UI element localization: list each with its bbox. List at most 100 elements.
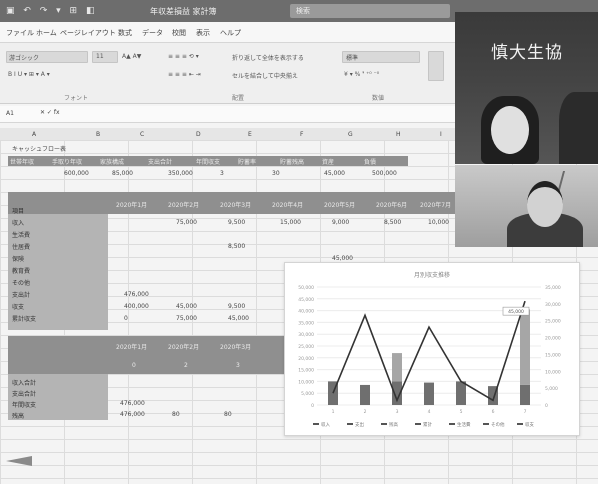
y-tick-label: 25,000 (298, 344, 314, 350)
y2-tick-label: 25,000 (545, 319, 561, 325)
lower-value-cell[interactable]: 80 (172, 411, 180, 418)
date-header-cell: 2020年1月 (116, 202, 148, 209)
date-header-cell: 2020年3月 (220, 202, 252, 209)
participant-avatar-1 (491, 106, 529, 154)
row-value-cell[interactable]: 75,000 (176, 219, 197, 226)
column-h[interactable]: H (396, 131, 401, 138)
y-tick-label: 0 (311, 403, 314, 409)
y-tick-label: 45,000 (298, 297, 314, 303)
align-top-icon[interactable]: ≡ ≡ ≡ ⟲ ▾ (168, 53, 199, 60)
summary-value-cell[interactable]: 3 (220, 170, 224, 177)
summary-header-cell: 世帯年収 (10, 159, 35, 166)
column-a[interactable]: A (32, 131, 36, 138)
sheet-note: キャッシュフロー表 (12, 146, 67, 153)
column-e[interactable]: E (248, 131, 252, 138)
summary-value-cell[interactable]: 350,000 (168, 170, 193, 177)
menu-help[interactable]: ヘルプ (220, 28, 241, 38)
summary-value-cell[interactable]: 500,000 (372, 170, 397, 177)
chart-panel[interactable]: 月別収支推移 0 5,000 10,000 15,000 20,000 25,000 30,0… (284, 262, 580, 436)
column-f[interactable]: F (300, 131, 303, 138)
legend-label: 累計 (423, 421, 432, 428)
summary-header-cell: 支出合計 (148, 159, 173, 166)
summary-value-cell[interactable]: 45,000 (324, 170, 345, 177)
legend-label: 支出 (355, 421, 364, 428)
row-value-cell[interactable]: 9,500 (228, 219, 245, 226)
row-value-cell[interactable]: 400,000 (124, 303, 149, 310)
legend-label: 収入 (321, 421, 330, 428)
summary-value-cell[interactable]: 85,000 (112, 170, 133, 177)
row-value-cell[interactable]: 45,000 (228, 315, 249, 322)
row-value-cell[interactable]: 45,000 (332, 255, 353, 262)
font-size-value: 11 (96, 53, 104, 60)
row-value-cell[interactable]: 8,500 (228, 243, 245, 250)
column-g[interactable]: G (348, 131, 353, 138)
font-grow-icon[interactable]: A▲ A▼ (122, 53, 141, 60)
menu-view[interactable]: 表示 (196, 28, 210, 38)
legend-swatch (449, 423, 455, 425)
date-header-cell: 2020年7月 (420, 202, 452, 209)
row-value-cell[interactable]: 10,000 (428, 219, 449, 226)
summary-header-cell: 年間収支 (196, 159, 221, 166)
data-callout-label: 45,000 (508, 309, 524, 315)
date-header-cell: 2020年5月 (324, 202, 356, 209)
legend-label: その他 (491, 421, 505, 428)
summary-header-cell: 家族構成 (100, 159, 125, 166)
summary-value-cell[interactable]: 30 (272, 170, 280, 177)
menu-review[interactable]: 校閲 (172, 28, 186, 38)
row-value-cell[interactable]: 9,000 (332, 219, 349, 226)
x-tick-label: 6 (492, 409, 495, 415)
summary-value-cell[interactable]: 600,000 (64, 170, 89, 177)
merge-center-button[interactable]: セルを結合して中央揃え (232, 71, 298, 80)
menu-formula[interactable]: 数式 (118, 28, 132, 38)
x-tick-label: 3 (396, 409, 399, 415)
column-b[interactable]: B (96, 131, 100, 138)
row-value-cell[interactable]: 0 (124, 315, 128, 322)
row-value-cell[interactable]: 8,500 (384, 219, 401, 226)
participant-avatar-2 (559, 92, 598, 164)
formula-icons[interactable]: ✕ ✓ fx (40, 109, 60, 116)
column-c[interactable]: C (140, 131, 144, 138)
y2-tick-label: 30,000 (545, 302, 561, 308)
row-value-cell[interactable]: 9,500 (228, 303, 245, 310)
menu-layout[interactable]: ページレイアウト (60, 28, 116, 38)
y-tick-label: 30,000 (298, 332, 314, 338)
lower-value-cell[interactable]: 476,000 (120, 411, 145, 418)
x-tick-label: 7 (524, 409, 527, 415)
summary-header-cell: 貯蓄残高 (280, 159, 305, 166)
row-value-cell[interactable]: 15,000 (280, 219, 301, 226)
lower-label-cell: 年間収支 (12, 402, 37, 409)
y-tick-label: 15,000 (298, 368, 314, 374)
summary-header-cell: 貯蓄率 (238, 159, 257, 166)
row-label-cell: 累計収支 (12, 316, 37, 323)
number-format-value: 標準 (346, 55, 359, 62)
lower-date-cell: 2020年3月 (220, 344, 252, 351)
name-box[interactable]: A1 (6, 110, 14, 117)
menu-data[interactable]: データ (142, 28, 163, 38)
video-tile-1: 慎大生協 (455, 12, 598, 164)
date-header-cell: 2020年4月 (272, 202, 304, 209)
menu-file[interactable]: ファイル (6, 28, 34, 38)
number-format-icons[interactable]: ¥ ▾ % ❜ ⁺⁰ ⁻⁰ (344, 71, 379, 78)
lower-label-cell: 収入合計 (12, 380, 37, 387)
menu-home[interactable]: ホーム (36, 28, 57, 38)
row-label-cell: 収支 (12, 304, 25, 311)
video-title-card: 慎大生協 (491, 43, 563, 63)
row-value-cell[interactable]: 476,000 (124, 291, 149, 298)
column-d[interactable]: D (196, 131, 201, 138)
y2-tick-label: 5,000 (545, 386, 558, 392)
row-value-cell[interactable]: 45,000 (176, 303, 197, 310)
lower-value-cell[interactable]: 80 (224, 411, 232, 418)
row-value-cell[interactable]: 75,000 (176, 315, 197, 322)
wrap-text-button[interactable]: 折り返して全体を表示する (232, 53, 304, 62)
y-tick-label: 50,000 (298, 285, 314, 291)
column-i[interactable]: I (440, 131, 442, 138)
align-left-icon[interactable]: ≡ ≡ ≡ ⇤ ⇥ (168, 71, 201, 78)
lower-value-cell[interactable]: 476,000 (120, 400, 145, 407)
format-buttons-icon[interactable]: B I U ▾ ⊞ ▾ A ▾ (8, 71, 50, 78)
conditional-format-icon[interactable] (428, 51, 444, 81)
lower-date-cell: 2020年2月 (168, 344, 200, 351)
quick-access-icons[interactable]: ▣ ↶ ↷ ▾ ⊞ ◧ (6, 6, 97, 16)
search-input[interactable]: 検索 (290, 4, 450, 18)
bar (520, 384, 530, 405)
y2-tick-label: 20,000 (545, 336, 561, 342)
